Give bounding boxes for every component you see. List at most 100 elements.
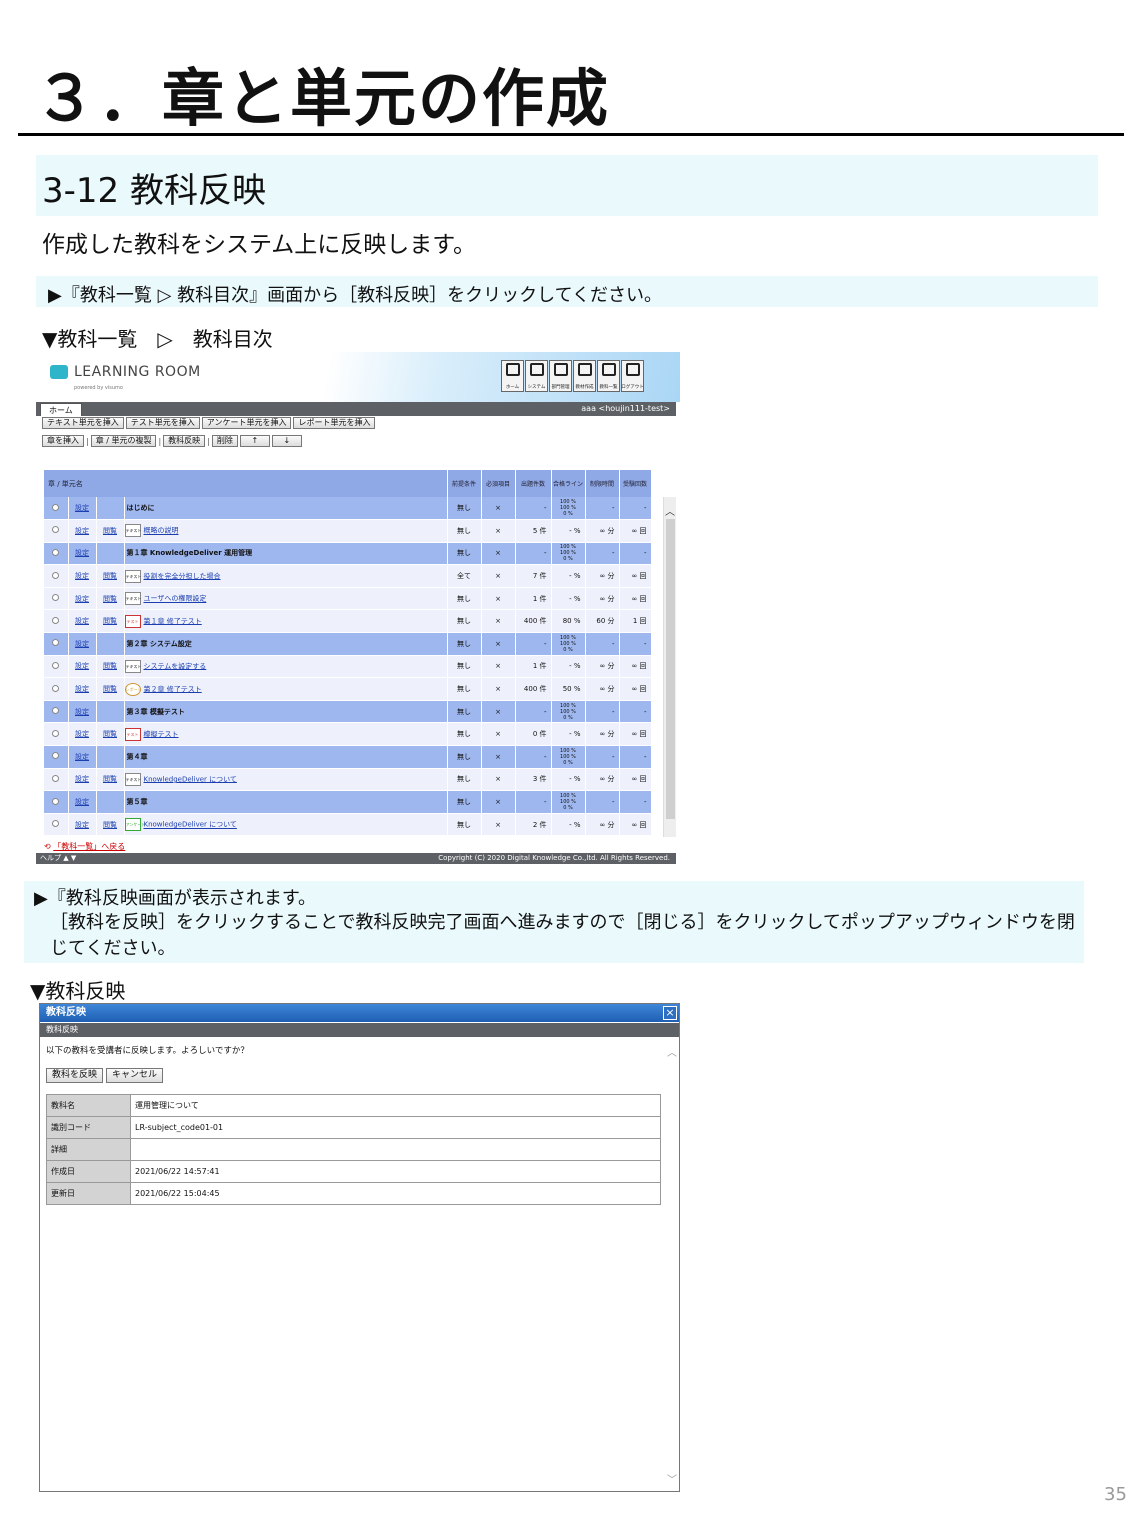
separator: | bbox=[207, 436, 210, 446]
view-link[interactable]: 閲覧 bbox=[103, 617, 117, 625]
setting-cell: 設定 bbox=[68, 519, 97, 543]
cancel-button[interactable]: キャンセル bbox=[106, 1068, 164, 1083]
setting-link[interactable]: 設定 bbox=[75, 753, 89, 761]
setting-link[interactable]: 設定 bbox=[75, 527, 89, 535]
insert-chapter-button[interactable]: 章を挿入 bbox=[42, 435, 84, 447]
row-radio[interactable] bbox=[52, 616, 60, 624]
row-radio[interactable] bbox=[52, 548, 60, 556]
back-to-subject-list-link[interactable]: ⟲ 「教科一覧」へ戻る bbox=[44, 841, 125, 852]
pass-line-value: 0 % bbox=[563, 714, 573, 721]
row-radio[interactable] bbox=[52, 752, 60, 760]
setting-link[interactable]: 設定 bbox=[75, 504, 89, 512]
prerequisite-cell: 無し bbox=[447, 587, 482, 611]
view-link[interactable]: 閲覧 bbox=[103, 527, 117, 535]
unit-name-link[interactable]: KnowledgeDeliver について bbox=[144, 821, 237, 829]
setting-link[interactable]: 設定 bbox=[75, 798, 89, 806]
toolbar-label: ログアウト bbox=[621, 385, 644, 390]
row-radio[interactable] bbox=[52, 526, 60, 534]
attempts-cell: ∞ 回 bbox=[619, 677, 652, 701]
setting-link[interactable]: 設定 bbox=[75, 595, 89, 603]
time-limit-cell: ∞ 分 bbox=[585, 519, 620, 543]
tab-home[interactable]: ホーム bbox=[40, 403, 82, 416]
row-radio[interactable] bbox=[52, 797, 60, 805]
setting-link[interactable]: 設定 bbox=[75, 685, 89, 693]
insert-report-unit-button[interactable]: レポート単元を挿入 bbox=[293, 417, 376, 429]
toolbar-button-material[interactable]: 教材作成 bbox=[573, 360, 596, 392]
unit-name-link[interactable]: 模擬テスト bbox=[144, 730, 179, 738]
setting-link[interactable]: 設定 bbox=[75, 572, 89, 580]
view-link[interactable]: 閲覧 bbox=[103, 572, 117, 580]
unit-name-cell: テスト 第１章 修了テスト bbox=[124, 609, 448, 634]
detail-value bbox=[130, 1138, 661, 1161]
help-link[interactable]: ヘルプ ▲ ▼ bbox=[40, 853, 76, 864]
required-cell: × bbox=[481, 722, 516, 747]
scrollbar-thumb[interactable] bbox=[666, 519, 675, 819]
row-radio[interactable] bbox=[52, 661, 60, 669]
scroll-up-icon[interactable]: ︿ bbox=[665, 503, 675, 518]
unit-name-link[interactable]: 役割を完全分担した場合 bbox=[144, 572, 221, 580]
row-radio[interactable] bbox=[52, 594, 60, 602]
duplicate-button[interactable]: 章 / 単元の複製 bbox=[90, 435, 157, 447]
close-icon[interactable]: × bbox=[663, 1006, 677, 1020]
unit-row: 設定 閲覧 アンケートKnowledgeDeliver について 無し × 2 件- % ∞… bbox=[44, 813, 652, 837]
unit-name-link[interactable]: システムを設定する bbox=[144, 662, 207, 670]
dialog-scrollbar[interactable]: ︿ ﹀ bbox=[666, 1038, 678, 1488]
view-link[interactable]: 閲覧 bbox=[103, 662, 117, 670]
required-cell: × bbox=[481, 790, 516, 814]
unit-row: 設定 閲覧 レポート 第２章 修了テスト 無し × 400 件 50 % ∞ 分 ∞ 回 bbox=[44, 677, 652, 701]
required-cell: × bbox=[481, 768, 516, 792]
material-icon bbox=[577, 363, 592, 376]
setting-link[interactable]: 設定 bbox=[75, 662, 89, 670]
view-link[interactable]: 閲覧 bbox=[103, 595, 117, 603]
insert-test-unit-button[interactable]: テスト単元を挿入 bbox=[125, 417, 200, 429]
toolbar-button-department[interactable]: 部門管理 bbox=[549, 360, 572, 392]
row-radio[interactable] bbox=[52, 774, 60, 782]
view-link[interactable]: 閲覧 bbox=[103, 685, 117, 693]
chapter-name: 第２章 システム設定 bbox=[126, 639, 192, 648]
row-radio[interactable] bbox=[52, 820, 60, 828]
row-radio[interactable] bbox=[52, 684, 60, 692]
reflect-subject-button[interactable]: 教科反映 bbox=[163, 435, 206, 447]
required-cell: × bbox=[481, 813, 516, 837]
unit-name-link[interactable]: KnowledgeDeliver について bbox=[144, 775, 237, 783]
view-cell: 閲覧 bbox=[96, 813, 125, 837]
unit-name-link[interactable]: 概略の説明 bbox=[144, 527, 179, 535]
row-radio[interactable] bbox=[52, 707, 60, 715]
unit-name-link[interactable]: ユーザへの権限設定 bbox=[144, 595, 207, 603]
delete-button[interactable]: 削除 bbox=[211, 435, 238, 447]
scroll-down-icon[interactable]: ﹀ bbox=[667, 1471, 677, 1486]
move-up-button[interactable]: ↑ bbox=[239, 435, 270, 447]
row-radio[interactable] bbox=[52, 503, 60, 511]
page-number: 35 bbox=[1104, 1484, 1127, 1505]
scroll-up-icon[interactable]: ︿ bbox=[667, 1044, 677, 1059]
toolbar-label: 教科一覧 bbox=[599, 385, 618, 390]
setting-link[interactable]: 設定 bbox=[75, 730, 89, 738]
insert-text-unit-button[interactable]: テキスト単元を挿入 bbox=[42, 417, 124, 429]
row-radio[interactable] bbox=[52, 571, 60, 579]
view-link[interactable]: 閲覧 bbox=[103, 730, 117, 738]
setting-link[interactable]: 設定 bbox=[75, 640, 89, 648]
toolbar-button-subject-list[interactable]: 教科一覧 bbox=[597, 360, 620, 392]
apply-subject-button[interactable]: 教科を反映 bbox=[46, 1068, 104, 1083]
required-cell: × bbox=[481, 564, 516, 588]
row-radio[interactable] bbox=[52, 639, 60, 647]
row-radio[interactable] bbox=[52, 729, 60, 737]
insert-survey-unit-button[interactable]: アンケート単元を挿入 bbox=[201, 417, 292, 429]
time-limit-cell: ∞ 分 bbox=[585, 768, 620, 792]
setting-link[interactable]: 設定 bbox=[75, 617, 89, 625]
setting-link[interactable]: 設定 bbox=[75, 821, 89, 829]
unit-name-cell: テキスト 役割を完全分担した場合 bbox=[124, 564, 448, 588]
move-down-button[interactable]: ↓ bbox=[271, 435, 302, 447]
setting-link[interactable]: 設定 bbox=[75, 708, 89, 716]
toolbar-button-home[interactable]: ホーム bbox=[501, 360, 524, 392]
copyright: Copyright (C) 2020 Digital Knowledge Co.… bbox=[438, 854, 670, 862]
setting-link[interactable]: 設定 bbox=[75, 549, 89, 557]
view-link[interactable]: 閲覧 bbox=[103, 775, 117, 783]
table-scrollbar[interactable]: ︿ bbox=[663, 497, 676, 837]
toolbar-button-logout[interactable]: ログアウト bbox=[621, 360, 644, 392]
toolbar-button-system[interactable]: システム bbox=[525, 360, 548, 392]
view-link[interactable]: 閲覧 bbox=[103, 821, 117, 829]
setting-link[interactable]: 設定 bbox=[75, 775, 89, 783]
unit-name-link[interactable]: 第２章 修了テスト bbox=[144, 685, 202, 693]
unit-name-link[interactable]: 第１章 修了テスト bbox=[144, 617, 202, 625]
